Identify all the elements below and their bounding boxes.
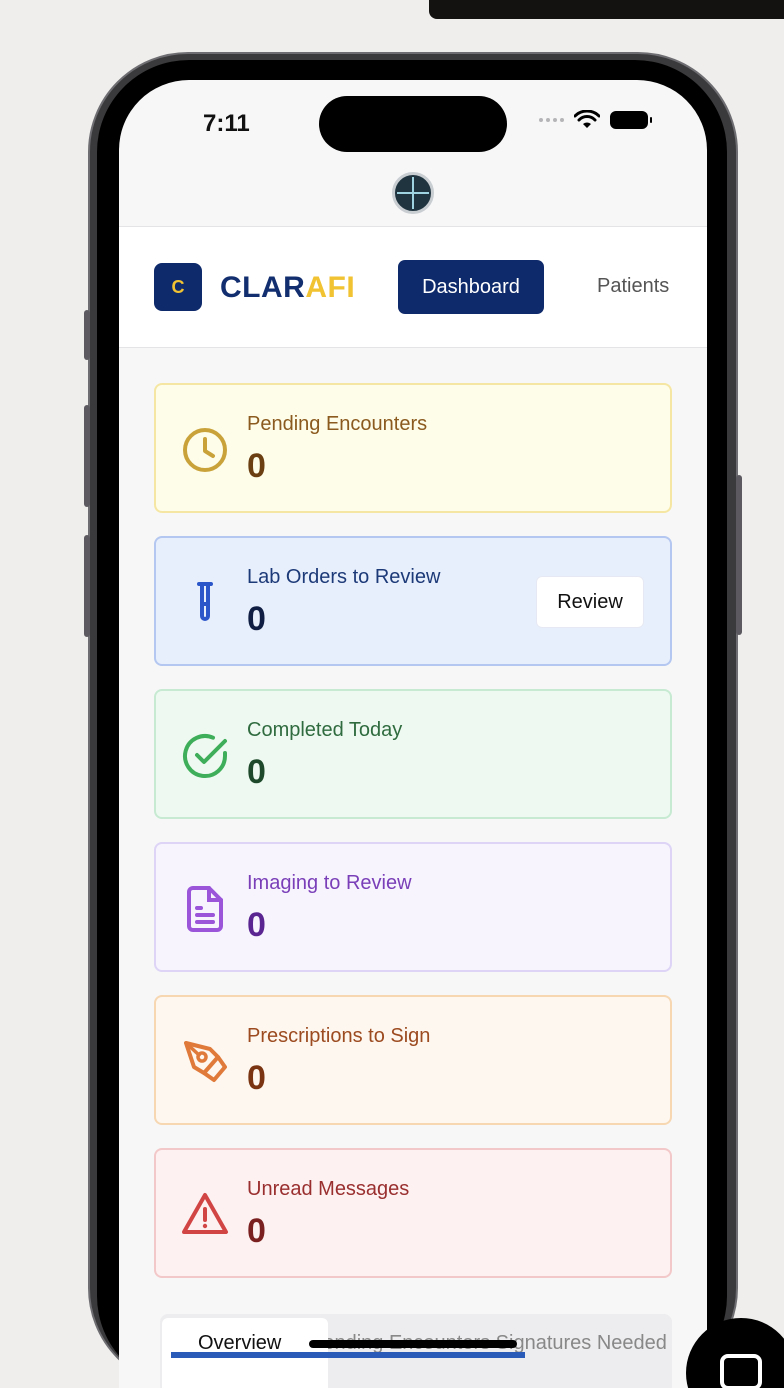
card-label: Lab Orders to Review [247,566,441,588]
clock-icon [183,428,227,472]
review-button[interactable]: Review [536,576,644,628]
mute-switch [84,310,90,360]
browser-area [119,170,707,226]
pending-encounters-card[interactable]: Pending Encounters 0 [154,383,672,513]
card-label: Imaging to Review [247,872,412,894]
status-time: 7:11 [203,110,250,137]
status-icons [539,110,652,130]
completed-today-card[interactable]: Completed Today 0 [154,689,672,819]
pen-icon [184,1041,227,1082]
signal-icon [539,118,564,122]
check-circle-icon [183,734,227,778]
lab-orders-card[interactable]: Lab Orders to Review 0 Review [154,536,672,666]
content-strip [171,1352,525,1358]
card-label: Prescriptions to Sign [247,1025,431,1047]
chat-icon [720,1354,762,1388]
unread-messages-card[interactable]: Unread Messages 0 [154,1148,672,1278]
phone-screen: 7:11 C CLARAFI Dashboard Patients Pendin… [119,80,707,1388]
nav-patients[interactable]: Patients [597,275,669,298]
nav-dashboard[interactable]: Dashboard [398,260,544,314]
logo-icon: C [154,263,202,311]
tab-bar: Pending Encounters Signatures Needed Ove… [160,1314,672,1388]
card-value: 0 [247,1212,266,1250]
imaging-card[interactable]: Imaging to Review 0 [154,842,672,972]
warning-icon [182,1193,228,1234]
top-edge-bar [429,0,784,19]
card-label: Pending Encounters [247,413,428,435]
brand-name: CLARAFI [220,271,355,305]
battery-icon [610,111,652,129]
compass-icon[interactable] [392,172,434,214]
wifi-icon [574,110,600,128]
document-icon [187,886,223,932]
brand-main: CLAR [220,271,306,304]
power-button [736,475,742,635]
card-value: 0 [247,447,266,485]
card-value: 0 [247,1059,266,1097]
dynamic-island [319,96,507,152]
volume-down-button [84,535,90,637]
card-value: 0 [247,600,266,638]
brand-accent: AFI [305,271,356,304]
card-label: Unread Messages [247,1178,410,1200]
card-label: Completed Today [247,719,403,741]
card-value: 0 [247,906,266,944]
app-header: C CLARAFI Dashboard Patients [119,226,707,348]
home-indicator[interactable] [309,1340,517,1348]
prescriptions-card[interactable]: Prescriptions to Sign 0 [154,995,672,1125]
test-tube-icon [197,582,213,621]
volume-up-button [84,405,90,507]
card-value: 0 [247,753,266,791]
